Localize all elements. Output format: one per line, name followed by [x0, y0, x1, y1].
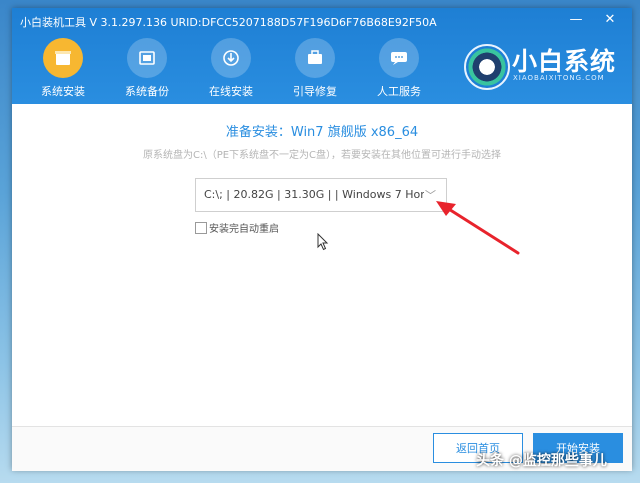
nav-system-install[interactable]: 系统安装 [28, 38, 98, 100]
close-icon[interactable]: ✕ [601, 12, 619, 28]
nav-label: 系统安装 [28, 83, 98, 99]
red-annotation-arrow-icon [432, 198, 522, 258]
brand-subtitle: XIAOBAIXITONG.COM [513, 74, 605, 82]
nav-label: 人工服务 [364, 83, 434, 99]
install-heading: 准备安装：Win7 旗舰版 x86_64 [12, 121, 632, 140]
nav-chat-service[interactable]: 人工服务 [364, 38, 434, 100]
online-install-icon [211, 38, 251, 78]
nav-online-install[interactable]: 在线安装 [196, 38, 266, 100]
brand-name: 小白系统 [512, 42, 616, 78]
window-title: 小白装机工具 V 3.1.297.136 URID:DFCC5207188D57… [20, 14, 437, 30]
nav-label: 在线安装 [196, 83, 266, 99]
title-bar: 小白装机工具 V 3.1.297.136 URID:DFCC5207188D57… [12, 8, 632, 104]
system-install-icon [43, 38, 83, 78]
nav-boot-repair[interactable]: 引导修复 [280, 38, 350, 100]
nav-label: 系统备份 [112, 83, 182, 99]
checkbox-box[interactable] [195, 222, 207, 234]
install-hint: 原系统盘为C:\（PE下系统盘不一定为C盘），若要安装在其他位置可进行手动选择 [12, 146, 632, 161]
minimize-icon[interactable]: — [567, 12, 585, 28]
chat-service-icon [379, 38, 419, 78]
watermark: 头条 @监控那些事儿 [476, 450, 607, 470]
nav-system-backup[interactable]: 系统备份 [112, 38, 182, 100]
system-backup-icon [127, 38, 167, 78]
select-value: C:\; | 20.82G | 31.30G | | Windows 7 Hor [204, 188, 424, 201]
app-window: 小白装机工具 V 3.1.297.136 URID:DFCC5207188D57… [12, 8, 632, 470]
boot-repair-icon [295, 38, 335, 78]
brand-logo-icon [464, 44, 510, 90]
mouse-cursor-icon [317, 233, 329, 251]
target-partition-select[interactable]: C:\; | 20.82G | 31.30G | | Windows 7 Hor… [195, 178, 447, 212]
nav-label: 引导修复 [280, 83, 350, 99]
checkbox-label: 安装完自动重启 [209, 220, 279, 235]
